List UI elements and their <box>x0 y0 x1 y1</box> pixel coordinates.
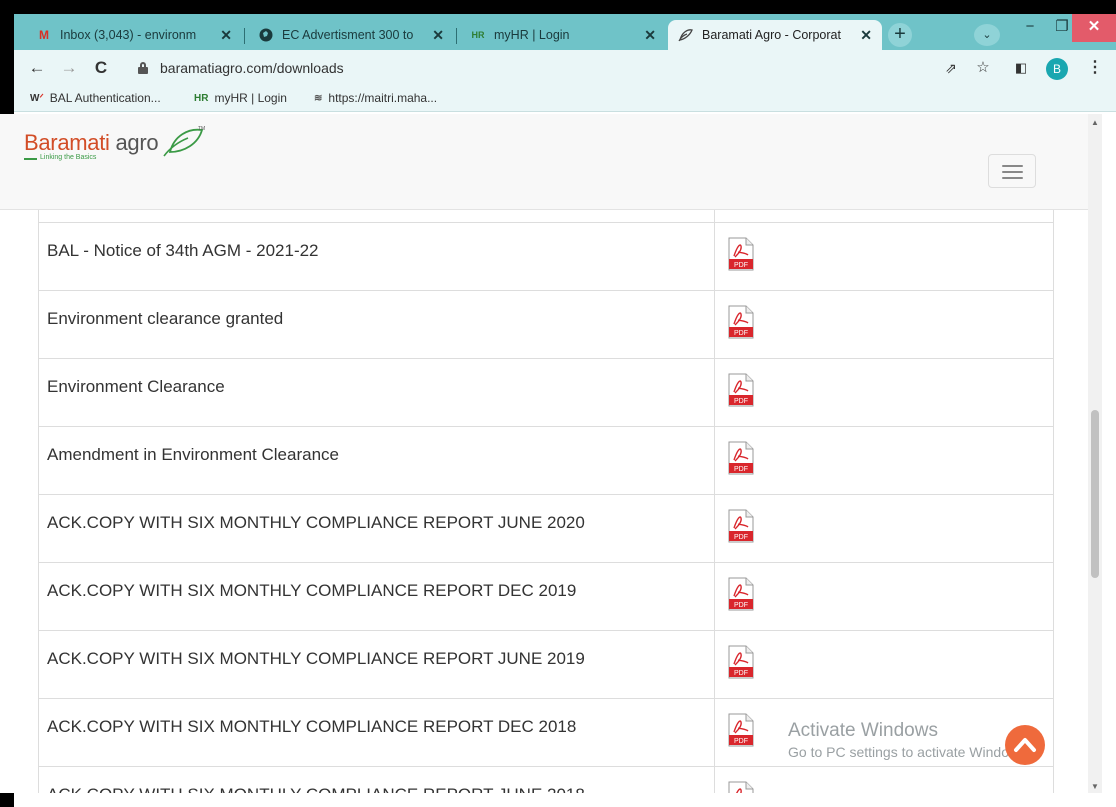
tab-ec-advertisment[interactable]: EC Advertisment 300 to ✕ <box>248 20 454 50</box>
pdf-label: PDF <box>734 602 748 609</box>
bookmark-star-icon[interactable]: ☆ <box>972 57 994 79</box>
download-title: ACK.COPY WITH SIX MONTHLY COMPLIANCE REP… <box>47 717 577 736</box>
baramati-agro-logo[interactable]: Baramati agro Linking the Basics TM <box>24 126 205 180</box>
pdf-download-icon[interactable]: PDF <box>726 577 756 611</box>
minimize-button[interactable]: − <box>1012 14 1048 42</box>
pdf-download-icon[interactable]: PDF <box>726 305 756 339</box>
close-tab-icon[interactable]: ✕ <box>860 27 872 44</box>
tab-myhr[interactable]: HR myHR | Login ✕ <box>460 20 666 50</box>
close-window-button[interactable]: ✕ <box>1072 14 1116 42</box>
pdf-label: PDF <box>734 738 748 745</box>
scroll-down-arrow-icon[interactable]: ▼ <box>1091 782 1099 791</box>
address-bar[interactable]: baramatiagro.com/downloads <box>138 54 498 82</box>
table-row: ACK.COPY WITH SIX MONTHLY COMPLIANCE REP… <box>39 630 1053 698</box>
download-title: ACK.COPY WITH SIX MONTHLY COMPLIANCE REP… <box>47 785 585 793</box>
table-row: Environment Clearance PDF <box>39 358 1053 426</box>
page-scrollbar[interactable]: ▲ ▼ <box>1088 114 1102 793</box>
download-title: BAL - Notice of 34th AGM - 2021-22 <box>47 241 319 260</box>
pdf-download-icon[interactable]: PDF <box>726 781 756 793</box>
close-tab-icon[interactable]: ✕ <box>644 27 656 44</box>
svg-text:TM: TM <box>198 126 205 132</box>
baramati-leaf-icon <box>678 27 694 43</box>
download-title: Amendment in Environment Clearance <box>47 445 339 464</box>
download-title: ACK.COPY WITH SIX MONTHLY COMPLIANCE REP… <box>47 581 577 600</box>
lock-icon <box>138 62 148 74</box>
pdf-label: PDF <box>734 330 748 337</box>
tab-separator <box>456 28 457 44</box>
maitri-icon: ≋ <box>314 92 323 104</box>
table-row: Amendment in Environment Clearance PDF <box>39 426 1053 494</box>
tab-search-button[interactable]: ⌄ <box>974 24 1000 46</box>
myhr-icon: HR <box>194 92 209 104</box>
share-icon[interactable]: ⇗ <box>940 57 962 79</box>
table-row: ACK.COPY WITH SIX MONTHLY COMPLIANCE REP… <box>39 494 1053 562</box>
pdf-download-icon[interactable]: PDF <box>726 713 756 747</box>
table-row: ACK.COPY WITH SIX MONTHLY COMPLIANCE REP… <box>39 562 1053 630</box>
globe-icon <box>258 27 274 43</box>
site-header: Baramati agro Linking the Basics TM <box>0 114 1088 210</box>
nav-menu-button[interactable] <box>988 154 1036 188</box>
tab-gmail[interactable]: M Inbox (3,043) - environm ✕ <box>26 20 242 50</box>
close-tab-icon[interactable]: ✕ <box>432 27 444 44</box>
bookmark-favicon-icon: Wᐟ <box>30 92 44 104</box>
download-title: ACK.COPY WITH SIX MONTHLY COMPLIANCE REP… <box>47 649 585 668</box>
pdf-label: PDF <box>734 466 748 473</box>
menu-dots-icon[interactable]: ⋮ <box>1084 57 1106 79</box>
myhr-icon: HR <box>471 30 485 40</box>
browser-toolbar: ← → C baramatiagro.com/downloads ⇗ ☆ ◧ B… <box>14 50 1116 86</box>
tab-baramati-agro[interactable]: Baramati Agro - Corporat ✕ <box>668 20 882 50</box>
downloads-table: BAL - Notice of 34th AGM - 2021-22 PDF Env… <box>38 210 1054 793</box>
pdf-download-icon[interactable]: PDF <box>726 373 756 407</box>
table-row-partial <box>39 210 1053 222</box>
pdf-download-icon[interactable]: PDF <box>726 509 756 543</box>
chevron-up-icon <box>1014 738 1036 752</box>
tab-strip: M Inbox (3,043) - environm ✕ EC Advertis… <box>14 14 1116 50</box>
scroll-up-arrow-icon[interactable]: ▲ <box>1091 118 1099 127</box>
forward-button[interactable]: → <box>58 57 80 79</box>
back-button[interactable]: ← <box>26 57 48 79</box>
bookmark-maitri[interactable]: ≋ https://maitri.maha... <box>314 91 437 105</box>
table-row: Environment clearance granted PDF <box>39 290 1053 358</box>
pdf-label: PDF <box>734 398 748 405</box>
reload-button[interactable]: C <box>90 57 112 79</box>
profile-avatar[interactable]: B <box>1046 58 1068 80</box>
new-tab-button[interactable]: + <box>888 23 912 47</box>
table-row: ACK.COPY WITH SIX MONTHLY COMPLIANCE REP… <box>39 766 1053 793</box>
page-viewport: BAL - Notice of 34th AGM - 2021-22 PDF Env… <box>0 114 1088 793</box>
scroll-to-top-button[interactable] <box>1005 725 1045 765</box>
pdf-label: PDF <box>734 262 748 269</box>
scrollbar-thumb[interactable] <box>1091 410 1099 578</box>
pdf-download-icon[interactable]: PDF <box>726 441 756 475</box>
activate-windows-watermark: Activate Windows Go to PC settings to ac… <box>788 720 1030 760</box>
url-text: baramatiagro.com/downloads <box>160 60 344 76</box>
download-title: ACK.COPY WITH SIX MONTHLY COMPLIANCE REP… <box>47 513 585 532</box>
pdf-download-icon[interactable]: PDF <box>726 237 756 271</box>
bookmark-bal-authentication[interactable]: Wᐟ BAL Authentication... <box>30 91 161 105</box>
close-tab-icon[interactable]: ✕ <box>220 27 232 44</box>
gmail-icon: M <box>39 28 49 42</box>
pdf-label: PDF <box>734 670 748 677</box>
download-title: Environment Clearance <box>47 377 225 396</box>
table-row: BAL - Notice of 34th AGM - 2021-22 PDF <box>39 222 1053 290</box>
bookmark-myhr[interactable]: HR myHR | Login <box>194 91 287 105</box>
bookmarks-bar: Wᐟ BAL Authentication... HR myHR | Login… <box>14 86 1116 112</box>
side-panel-icon[interactable]: ◧ <box>1010 57 1032 79</box>
tab-separator <box>244 28 245 44</box>
download-title: Environment clearance granted <box>47 309 284 328</box>
pdf-download-icon[interactable]: PDF <box>726 645 756 679</box>
logo-leaf-icon: TM <box>163 126 205 157</box>
pdf-label: PDF <box>734 534 748 541</box>
